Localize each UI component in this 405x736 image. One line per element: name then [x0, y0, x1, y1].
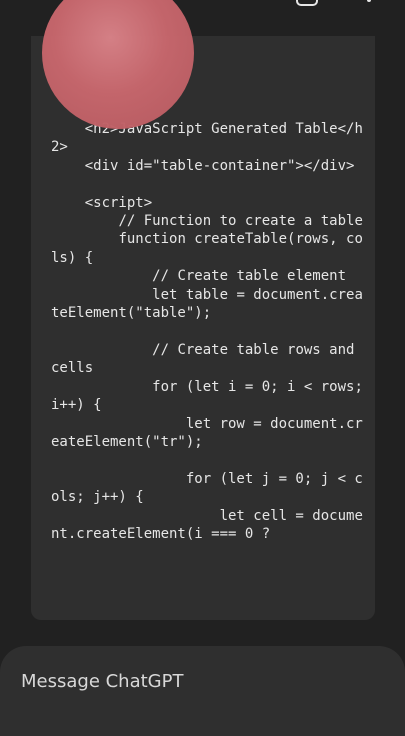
- code-block: <h2>JavaScript Generated Table</h2> <div…: [31, 36, 375, 620]
- menu-icon[interactable]: [16, 0, 38, 4]
- more-options-icon[interactable]: [364, 0, 374, 8]
- code-text: <h2>JavaScript Generated Table</h2> <div…: [51, 121, 363, 542]
- new-chat-icon[interactable]: [296, 0, 318, 6]
- message-composer: [0, 646, 405, 736]
- message-input[interactable]: [21, 668, 381, 694]
